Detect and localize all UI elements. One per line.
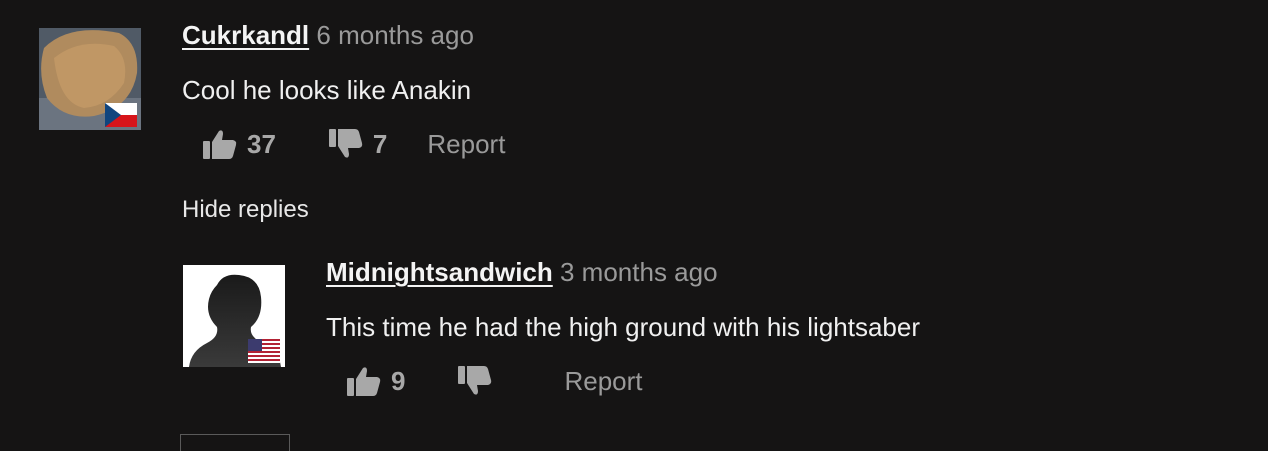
thumbs-up-icon: [347, 367, 381, 396]
load-more-button[interactable]: [180, 434, 290, 451]
like-count: 9: [391, 365, 406, 396]
report-button[interactable]: Report: [564, 366, 642, 397]
comment-actions: 37 7 Report: [202, 126, 505, 162]
dislike-button[interactable]: 7: [328, 128, 387, 160]
thumbs-down-icon: [328, 129, 363, 158]
like-count: 37: [247, 128, 276, 159]
avatar[interactable]: [183, 265, 285, 367]
reply-actions: 9 Report: [346, 363, 643, 399]
czech-flag-icon: [105, 103, 137, 127]
report-button[interactable]: Report: [427, 129, 505, 160]
reply-text: This time he had the high ground with hi…: [326, 312, 921, 342]
hide-replies-button[interactable]: Hide replies: [182, 195, 309, 225]
dislike-button[interactable]: [457, 365, 502, 397]
comment-header: Cukrkandl 6 months ago: [182, 20, 474, 50]
thumbs-down-icon: [458, 366, 492, 395]
comment-timestamp: 6 months ago: [316, 20, 474, 50]
comment-text: Cool he looks like Anakin: [182, 75, 472, 105]
comments-section: Cukrkandl 6 months ago Cool he looks lik…: [0, 0, 1268, 451]
username-link[interactable]: Cukrkandl: [182, 20, 309, 50]
reply-header: Midnightsandwich 3 months ago: [326, 257, 718, 287]
reply-timestamp: 3 months ago: [560, 257, 718, 287]
thumbs-up-icon: [203, 130, 237, 159]
avatar[interactable]: [39, 28, 141, 130]
like-button[interactable]: 9: [346, 365, 405, 397]
like-button[interactable]: 37: [202, 128, 276, 160]
dislike-count: 7: [372, 128, 388, 159]
us-flag-icon: [248, 339, 280, 363]
username-link[interactable]: Midnightsandwich: [326, 257, 553, 287]
